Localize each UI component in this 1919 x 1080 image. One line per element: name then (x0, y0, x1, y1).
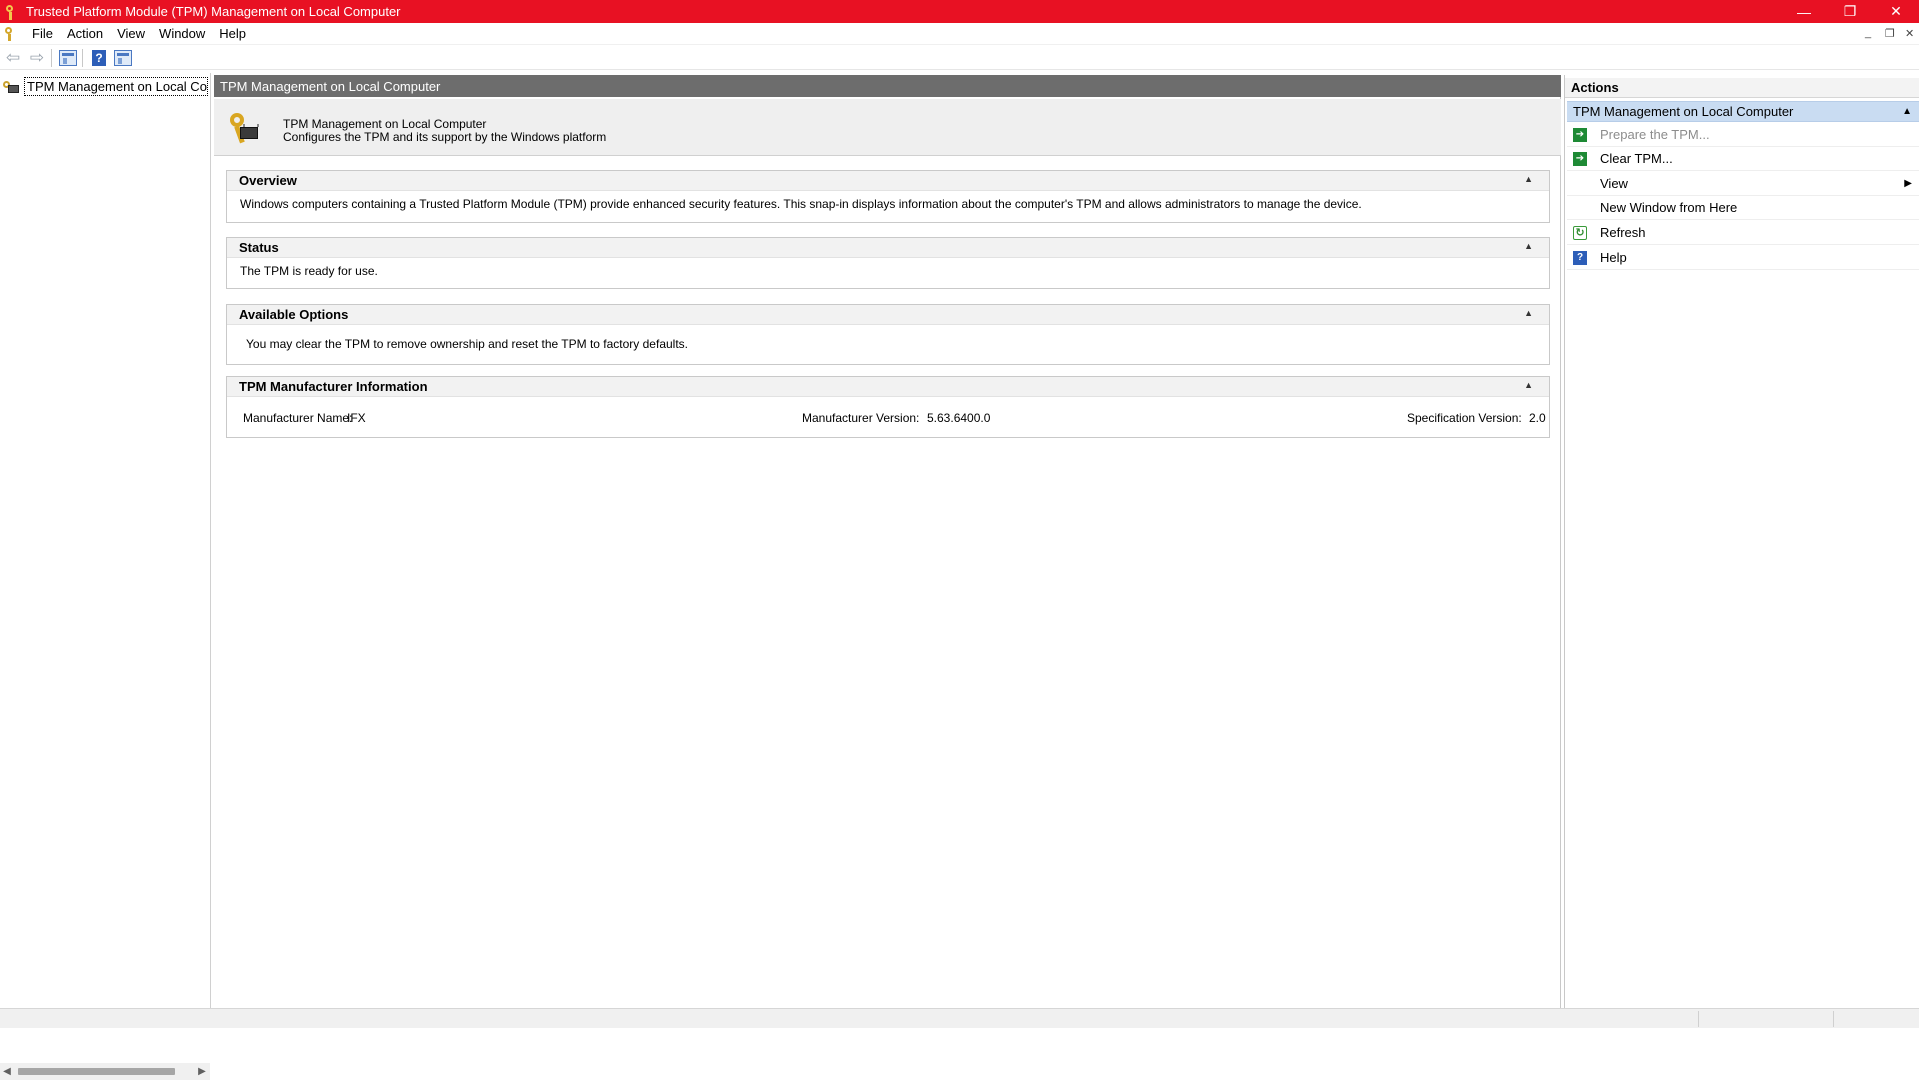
tree-horizontal-scrollbar[interactable]: ◀ ▶ (0, 1063, 210, 1080)
collapse-caret-icon[interactable]: ▲ (1524, 241, 1533, 251)
manufacturer-info-section: TPM Manufacturer Information ▲ Manufactu… (226, 376, 1550, 438)
action-view[interactable]: View ▶ (1567, 172, 1919, 196)
available-options-section: Available Options ▲ You may clear the TP… (226, 304, 1550, 365)
action-refresh[interactable]: ↻ Refresh (1567, 221, 1919, 245)
console-tree-pane: TPM Management on Local Comp ◀ ▶ (0, 73, 211, 1080)
menu-window[interactable]: Window (152, 26, 212, 41)
status-section: Status ▲ The TPM is ready for use. (226, 237, 1550, 289)
scroll-right-icon[interactable]: ▶ (195, 1066, 209, 1077)
submenu-arrow-icon: ▶ (1904, 178, 1912, 189)
back-arrow-icon: ⇦ (5, 48, 21, 67)
action-new-window[interactable]: New Window from Here (1567, 196, 1919, 220)
menu-file[interactable]: File (25, 26, 60, 41)
menu-bar: File Action View Window Help _ ❐ ✕ (0, 23, 1919, 45)
results-pane-header: TPM Management on Local Computer (214, 75, 1561, 97)
title-bar: Trusted Platform Module (TPM) Management… (0, 0, 1919, 23)
actions-group-header[interactable]: TPM Management on Local Computer ▲ (1567, 101, 1919, 122)
available-options-title: Available Options (239, 307, 349, 322)
show-hide-tree-button[interactable] (57, 48, 79, 68)
toolbar-separator (82, 48, 83, 67)
forward-arrow-icon: ⇨ (29, 48, 45, 67)
available-options-text: You may clear the TPM to remove ownershi… (246, 337, 688, 351)
back-button[interactable]: ⇦ (2, 48, 24, 68)
minimize-button[interactable]: — (1781, 0, 1827, 23)
menu-action[interactable]: Action (60, 26, 110, 41)
action-label: Clear TPM... (1600, 151, 1673, 166)
tpm-node-icon (2, 80, 20, 94)
manufacturer-version-label: Manufacturer Version: (802, 411, 920, 425)
manufacturer-name-value: IFX (347, 411, 366, 425)
overview-text: Windows computers containing a Trusted P… (240, 197, 1362, 211)
status-bar (0, 1008, 1919, 1028)
status-bar-divider (1698, 1011, 1699, 1027)
tree-node-tpm-management[interactable]: TPM Management on Local Comp (2, 77, 208, 96)
scrollbar-thumb[interactable] (18, 1068, 175, 1075)
results-pane: TPM Management on Local Computer TPM Man… (214, 75, 1561, 1008)
action-label: Refresh (1600, 225, 1646, 240)
collapse-caret-icon[interactable]: ▲ (1524, 380, 1533, 390)
banner-title: TPM Management on Local Computer (283, 117, 487, 131)
window-title: Trusted Platform Module (TPM) Management… (26, 4, 401, 19)
refresh-icon: ↻ (1573, 225, 1587, 240)
menu-help[interactable]: Help (212, 26, 253, 41)
actions-pane: Actions TPM Management on Local Computer… (1564, 75, 1919, 1008)
overview-section: Overview ▲ Windows computers containing … (226, 170, 1550, 223)
manufacturer-info-header[interactable]: TPM Manufacturer Information ▲ (227, 377, 1549, 397)
action-help[interactable]: ? Help (1567, 246, 1919, 270)
status-bar-divider (1833, 1011, 1834, 1027)
overview-header[interactable]: Overview ▲ (227, 171, 1549, 191)
forward-button[interactable]: ⇨ (26, 48, 48, 68)
blank-icon (1573, 201, 1587, 215)
actions-title: Actions (1565, 78, 1919, 98)
toolbar: ⇦ ⇨ ? (0, 46, 1919, 70)
run-arrow-icon: ➔ (1573, 151, 1587, 166)
status-header[interactable]: Status ▲ (227, 238, 1549, 258)
collapse-caret-icon[interactable]: ▲ (1902, 106, 1912, 117)
action-label: New Window from Here (1600, 200, 1738, 215)
actions-group-label: TPM Management on Local Computer (1573, 104, 1794, 119)
console-tree-icon (59, 49, 77, 66)
manufacturer-version-value: 5.63.6400.0 (927, 411, 991, 425)
action-prepare-tpm[interactable]: ➔ Prepare the TPM... (1567, 123, 1919, 147)
manufacturer-info-title: TPM Manufacturer Information (239, 379, 428, 394)
tpm-app-icon (4, 4, 20, 20)
collapse-caret-icon[interactable]: ▲ (1524, 308, 1533, 318)
available-options-header[interactable]: Available Options ▲ (227, 305, 1549, 325)
run-arrow-icon: ➔ (1573, 127, 1587, 142)
close-button[interactable]: ✕ (1873, 0, 1919, 23)
help-icon: ? (92, 49, 106, 66)
blank-icon (1573, 177, 1587, 191)
tpm-chip-key-icon (228, 113, 260, 145)
overview-title: Overview (239, 173, 297, 188)
help-icon: ? (1573, 250, 1587, 265)
status-text: The TPM is ready for use. (240, 264, 378, 278)
tree-node-label: TPM Management on Local Comp (24, 77, 208, 96)
status-title: Status (239, 240, 279, 255)
snapin-banner: TPM Management on Local Computer Configu… (214, 99, 1561, 156)
action-label: Help (1600, 250, 1627, 265)
mdi-restore-button[interactable]: ❐ (1885, 27, 1895, 40)
banner-description: Configures the TPM and its support by th… (283, 130, 607, 144)
action-label: Prepare the TPM... (1600, 127, 1710, 142)
specification-version-label: Specification Version: (1407, 411, 1522, 425)
specification-version-value: 2.0 (1529, 411, 1546, 425)
manufacturer-name-label: Manufacturer Name: (243, 411, 353, 425)
mdi-close-button[interactable]: ✕ (1905, 27, 1914, 40)
action-pane-icon (114, 49, 132, 66)
mdi-minimize-button[interactable]: _ (1865, 27, 1871, 39)
action-clear-tpm[interactable]: ➔ Clear TPM... (1567, 147, 1919, 171)
show-hide-action-pane-button[interactable] (112, 48, 134, 68)
help-toolbar-button[interactable]: ? (88, 48, 110, 68)
mmc-console-icon[interactable] (3, 26, 19, 42)
menu-view[interactable]: View (110, 26, 152, 41)
action-label: View (1600, 176, 1628, 191)
scroll-left-icon[interactable]: ◀ (0, 1066, 14, 1077)
toolbar-separator (51, 48, 52, 67)
restore-button[interactable]: ❐ (1827, 0, 1873, 23)
collapse-caret-icon[interactable]: ▲ (1524, 174, 1533, 184)
